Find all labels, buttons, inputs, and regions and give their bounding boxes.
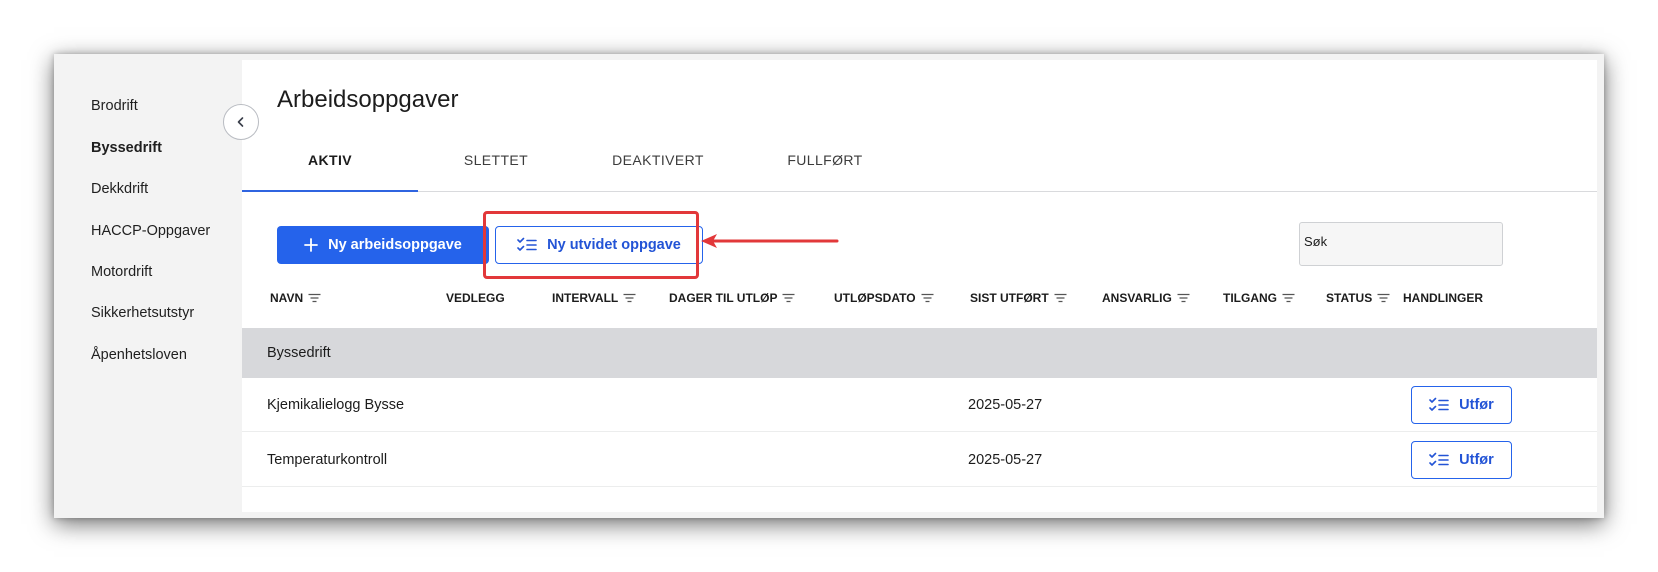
sidebar-item-brodrift[interactable]: Brodrift bbox=[91, 98, 138, 114]
column-header-ansvarlig[interactable]: ANSVARLIG bbox=[1102, 291, 1190, 305]
new-task-button[interactable]: Ny arbeidsoppgave bbox=[277, 226, 489, 264]
filter-sort-icon[interactable] bbox=[1377, 293, 1390, 303]
filter-sort-icon[interactable] bbox=[623, 293, 636, 303]
sidebar-item-byssedrift[interactable]: Byssedrift bbox=[91, 140, 162, 156]
annotation-arrow-icon bbox=[701, 234, 839, 248]
sidebar-item-dekkdrift[interactable]: Dekkdrift bbox=[91, 181, 148, 197]
perform-button[interactable]: Utfør bbox=[1411, 386, 1512, 424]
column-header-intervall[interactable]: INTERVALL bbox=[552, 291, 636, 305]
tab-aktiv[interactable]: AKTIV bbox=[242, 148, 418, 192]
column-header-vedlegg: VEDLEGG bbox=[446, 291, 505, 305]
filter-sort-icon[interactable] bbox=[308, 293, 321, 303]
last-done-date: 2025-05-27 bbox=[968, 397, 1043, 413]
plus-icon bbox=[304, 238, 319, 252]
sidebar: Brodrift Byssedrift Dekkdrift HACCP-Oppg… bbox=[54, 54, 242, 518]
table-row: Kjemikalielogg Bysse 2025-05-27 Utfør bbox=[242, 378, 1597, 432]
filter-sort-icon[interactable] bbox=[1054, 293, 1067, 303]
column-header-status[interactable]: STATUS bbox=[1326, 291, 1390, 305]
filter-sort-icon[interactable] bbox=[1282, 293, 1295, 303]
column-header-navn[interactable]: NAVN bbox=[270, 291, 321, 305]
search-field[interactable] bbox=[1299, 222, 1503, 266]
perform-button-label: Utfør bbox=[1459, 452, 1494, 468]
sidebar-item-haccp-oppgaver[interactable]: HACCP-Oppgaver bbox=[91, 223, 210, 239]
tab-bar: AKTIV SLETTET DEAKTIVERT FULLFØRT bbox=[242, 148, 1597, 192]
sidebar-item-motordrift[interactable]: Motordrift bbox=[91, 264, 152, 280]
checklist-icon bbox=[1429, 452, 1449, 466]
column-header-handlinger: HANDLINGER bbox=[1403, 291, 1483, 305]
perform-button[interactable]: Utfør bbox=[1411, 441, 1512, 479]
column-header-utlopsdato[interactable]: UTLØPSDATO bbox=[834, 291, 934, 305]
task-name: Temperaturkontroll bbox=[267, 452, 388, 468]
search-input[interactable] bbox=[1304, 234, 1494, 249]
new-task-button-label: Ny arbeidsoppgave bbox=[328, 237, 462, 253]
page-title: Arbeidsoppgaver bbox=[277, 86, 459, 113]
perform-button-label: Utfør bbox=[1459, 397, 1494, 413]
sidebar-item-sikkerhetsutstyr[interactable]: Sikkerhetsutstyr bbox=[91, 305, 194, 321]
tab-fullfort[interactable]: FULLFØRT bbox=[737, 148, 913, 192]
main-panel: Arbeidsoppgaver AKTIV SLETTET DEAKTIVERT… bbox=[242, 60, 1597, 512]
filter-sort-icon[interactable] bbox=[782, 293, 795, 303]
column-header-sist-utfort[interactable]: SIST UTFØRT bbox=[970, 291, 1067, 305]
checklist-icon bbox=[517, 237, 537, 251]
app-window: Brodrift Byssedrift Dekkdrift HACCP-Oppg… bbox=[54, 54, 1604, 518]
column-header-dager-til-utlop[interactable]: DAGER TIL UTLØP bbox=[669, 291, 795, 305]
sidebar-collapse-button[interactable] bbox=[223, 104, 259, 140]
last-done-date: 2025-05-27 bbox=[968, 452, 1043, 468]
checklist-icon bbox=[1429, 397, 1449, 411]
tab-slettet[interactable]: SLETTET bbox=[408, 148, 584, 192]
filter-sort-icon[interactable] bbox=[921, 293, 934, 303]
tab-deaktivert[interactable]: DEAKTIVERT bbox=[570, 148, 746, 192]
table-row: Temperaturkontroll 2025-05-27 Utfør bbox=[242, 433, 1597, 487]
new-extended-task-button-label: Ny utvidet oppgave bbox=[547, 237, 681, 253]
column-header-tilgang[interactable]: TILGANG bbox=[1223, 291, 1295, 305]
chevron-left-icon bbox=[237, 117, 244, 127]
task-name: Kjemikalielogg Bysse bbox=[267, 397, 405, 413]
sidebar-item-apenhetsloven[interactable]: Åpenhetsloven bbox=[91, 347, 187, 363]
table-group-row: Byssedrift bbox=[242, 328, 1597, 378]
filter-sort-icon[interactable] bbox=[1177, 293, 1190, 303]
group-label: Byssedrift bbox=[267, 345, 331, 361]
new-extended-task-button[interactable]: Ny utvidet oppgave bbox=[495, 226, 703, 264]
